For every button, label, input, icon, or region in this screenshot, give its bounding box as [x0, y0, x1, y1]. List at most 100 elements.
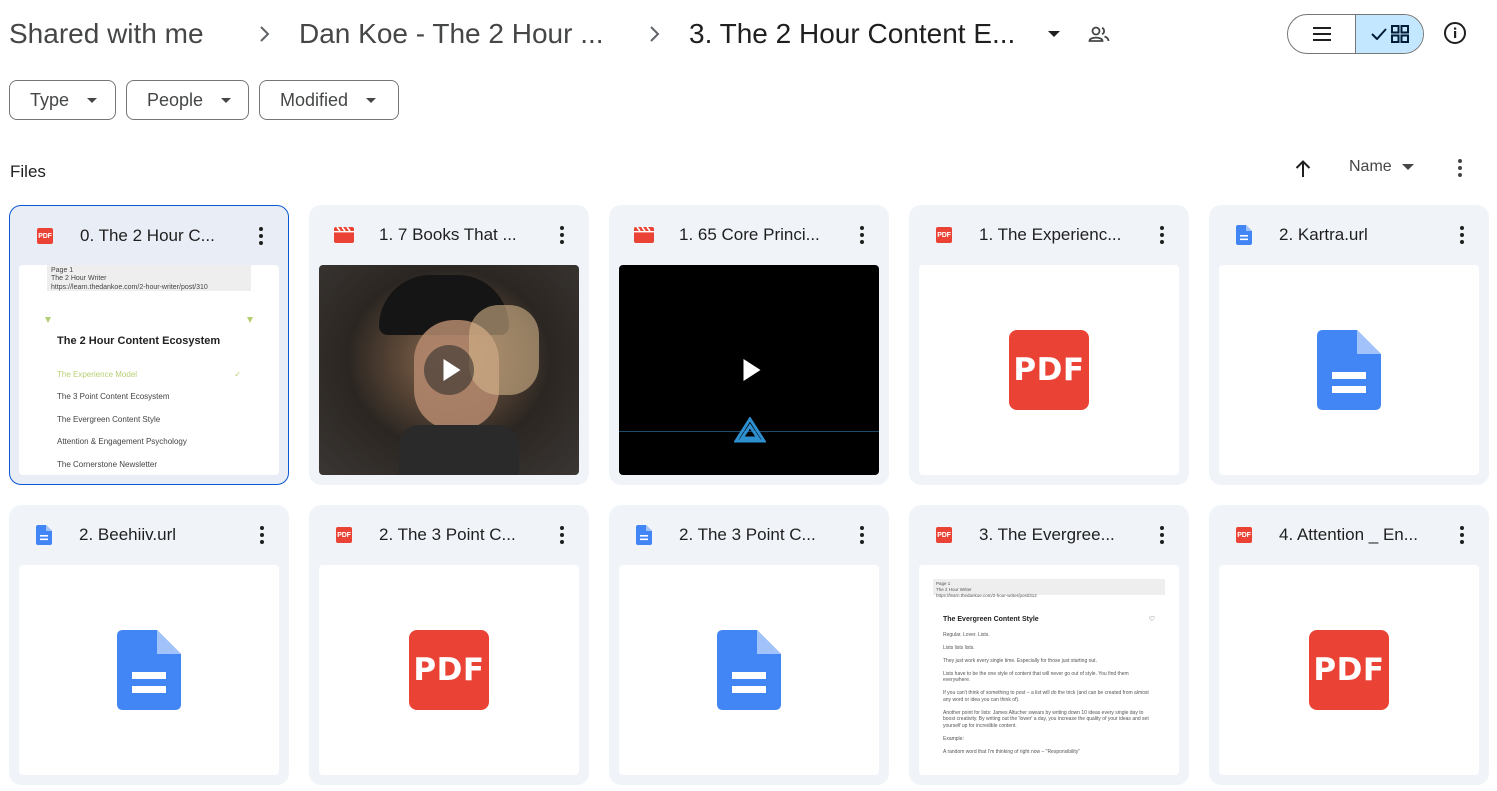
pdf-large-icon: PDF: [1009, 330, 1089, 410]
more-vert-icon[interactable]: [1451, 223, 1473, 247]
file-card[interactable]: PDF 4. Attention _ En... PDF: [1209, 505, 1489, 785]
file-thumbnail[interactable]: [319, 265, 579, 475]
filter-people-label: People: [147, 89, 204, 110]
arrow-drop-down-icon[interactable]: [1029, 30, 1079, 38]
doc-large-icon: [1317, 330, 1381, 410]
filter-modified-label: Modified: [280, 89, 349, 110]
more-vert-icon[interactable]: [251, 523, 273, 547]
file-thumbnail[interactable]: [19, 565, 279, 775]
preview-toc-item: Attention & Engagement Psychology: [57, 437, 187, 447]
more-vert-icon[interactable]: [250, 224, 272, 248]
file-card-header: PDF 0. The 2 Hour C...: [10, 206, 288, 266]
file-thumbnail[interactable]: PDF: [319, 565, 579, 775]
file-grid: PDF 0. The 2 Hour C... Page 1 The 2 Hour …: [9, 205, 1489, 785]
more-vert-icon[interactable]: [851, 223, 873, 247]
file-card[interactable]: 1. 7 Books That ...: [309, 205, 589, 485]
file-card[interactable]: 2. Kartra.url: [1209, 205, 1489, 485]
preview-paragraph: Example:: [943, 735, 964, 742]
preview-paragraph: They just work every single time. Especi…: [943, 657, 1097, 664]
breadcrumb-item-shared-with-me[interactable]: Shared with me: [9, 18, 229, 50]
video-thumbnail: [319, 265, 579, 475]
more-vert-icon[interactable]: [1448, 156, 1472, 180]
filter-modified-chip[interactable]: Modified: [259, 80, 399, 120]
file-card[interactable]: PDF 0. The 2 Hour C... Page 1 The 2 Hour …: [9, 205, 289, 485]
list-view-icon: [1312, 27, 1331, 41]
more-vert-icon[interactable]: [551, 223, 573, 247]
file-card[interactable]: 1. 65 Core Princi...: [609, 205, 889, 485]
file-card-header: PDF 4. Attention _ En...: [1209, 505, 1489, 565]
file-card[interactable]: PDF 2. The 3 Point C... PDF: [309, 505, 589, 785]
video-thumbnail: [619, 265, 879, 475]
file-card[interactable]: PDF 1. The Experienc... PDF: [909, 205, 1189, 485]
preview-header-line: The 2 Hour Writer: [51, 275, 107, 283]
play-icon[interactable]: [743, 359, 761, 381]
chevron-right-icon: [229, 25, 299, 43]
file-card-header: PDF 1. The Experienc...: [909, 205, 1189, 265]
filter-type-chip[interactable]: Type: [9, 80, 116, 120]
filter-bar: Type People Modified: [9, 80, 399, 120]
arrow-drop-down-icon: [221, 97, 232, 103]
grid-view-icon: [1390, 25, 1409, 43]
brand-logo-icon: [734, 417, 766, 443]
preview-toc-item: The Cornerstone Newsletter: [57, 459, 158, 469]
arrow-drop-down-icon: [366, 97, 377, 103]
corner-mark-icon: [45, 317, 51, 323]
arrow-upward-icon[interactable]: [1290, 156, 1316, 182]
file-thumbnail[interactable]: [619, 265, 879, 475]
chevron-right-icon: [619, 25, 689, 43]
pdf-large-icon: PDF: [1309, 630, 1389, 710]
file-thumbnail[interactable]: Page 1 The 2 Hour Writer https://learn.t…: [19, 265, 279, 475]
file-card[interactable]: PDF 3. The Evergree... Page 1 The 2 Hour …: [909, 505, 1189, 785]
pdf-file-icon: PDF: [936, 527, 952, 543]
preview-header-line: https://learn.thedankoe.com/2-hour-write…: [51, 283, 208, 291]
file-thumbnail[interactable]: Page 1 The 2 Hour Writer https://learn.t…: [919, 565, 1179, 775]
file-name: 1. 7 Books That ...: [379, 225, 517, 244]
document-preview: Page 1 The 2 Hour Writer https://learn.t…: [919, 565, 1179, 775]
file-type-icon: [633, 524, 655, 546]
file-type-icon: [33, 524, 55, 546]
file-type-icon: PDF: [34, 225, 56, 247]
file-thumbnail[interactable]: PDF: [1219, 565, 1479, 775]
people-icon[interactable]: [1079, 25, 1119, 43]
file-card-header: 2. Beehiiv.url: [9, 505, 289, 565]
sort-by-name-button[interactable]: Name: [1349, 158, 1414, 176]
doc-file-icon: [36, 525, 52, 545]
preview-toc-item: The Experience Model ✓: [57, 369, 241, 379]
breadcrumb: Shared with me Dan Koe - The 2 Hour ... …: [9, 14, 1119, 54]
more-vert-icon[interactable]: [851, 523, 873, 547]
check-icon: ✓: [234, 369, 241, 379]
more-vert-icon[interactable]: [551, 523, 573, 547]
preview-paragraph: Regular. Lover. Lists.: [943, 632, 990, 639]
file-thumbnail[interactable]: [619, 565, 879, 775]
info-icon[interactable]: [1442, 20, 1468, 46]
list-view-button[interactable]: [1288, 15, 1355, 53]
filter-type-label: Type: [30, 89, 70, 110]
preview-paragraph: A random word that I'm thinking of right…: [943, 748, 1081, 755]
file-card[interactable]: 2. Beehiiv.url: [9, 505, 289, 785]
breadcrumb-item-parent-folder[interactable]: Dan Koe - The 2 Hour ...: [299, 18, 619, 50]
file-name: 2. Beehiiv.url: [79, 525, 177, 544]
play-icon[interactable]: [443, 359, 461, 381]
grid-view-button[interactable]: [1355, 15, 1423, 53]
pdf-file-icon: PDF: [37, 228, 53, 244]
file-type-icon: [633, 224, 655, 246]
file-name: 2. The 3 Point C...: [679, 525, 816, 544]
video-file-icon: [634, 227, 654, 243]
more-vert-icon[interactable]: [1151, 223, 1173, 247]
more-vert-icon[interactable]: [1451, 523, 1473, 547]
breadcrumb-item-current-folder[interactable]: 3. The 2 Hour Content E...: [689, 18, 1029, 50]
file-card[interactable]: 2. The 3 Point C...: [609, 505, 889, 785]
file-thumbnail[interactable]: [1219, 265, 1479, 475]
preview-page-header: Page 1 The 2 Hour Writer https://learn.t…: [933, 579, 1165, 598]
filter-people-chip[interactable]: People: [126, 80, 249, 120]
file-card-header: 2. The 3 Point C...: [609, 505, 889, 565]
doc-file-icon: [1236, 225, 1252, 245]
more-vert-icon[interactable]: [1151, 523, 1173, 547]
preview-paragraph: Lists lists lists.: [943, 645, 975, 652]
file-name: 0. The 2 Hour C...: [80, 226, 215, 245]
document-preview: Page 1 The 2 Hour Writer https://learn.t…: [19, 265, 279, 475]
preview-toc: The Experience Model ✓ The 3 Point Conten…: [57, 363, 241, 475]
sort-label: Name: [1349, 158, 1392, 175]
preview-header-line: https://learn.thedankoe.com/2-hour-write…: [936, 593, 1037, 599]
file-thumbnail[interactable]: PDF: [919, 265, 1179, 475]
